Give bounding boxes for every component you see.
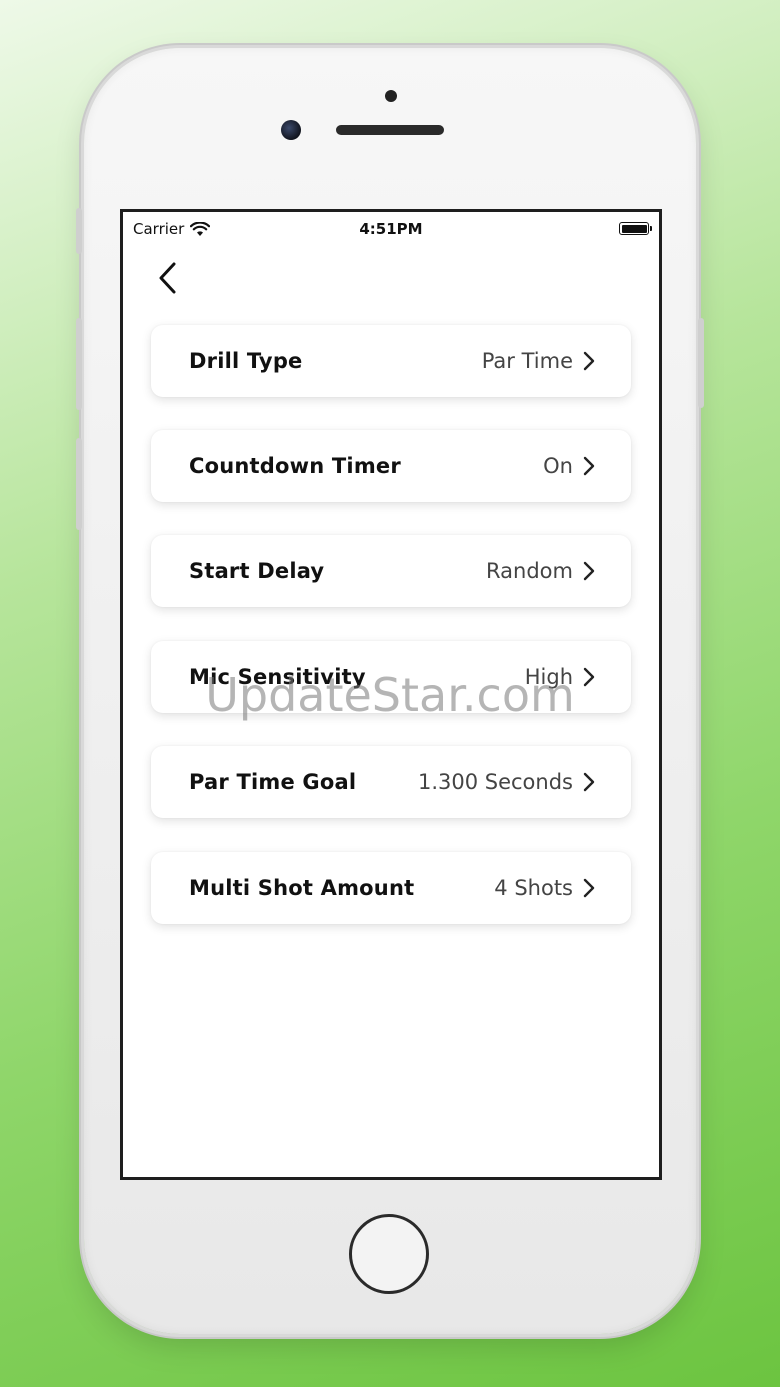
setting-row-multi-shot-amount[interactable]: Multi Shot Amount 4 Shots	[151, 852, 631, 924]
proximity-sensor	[385, 90, 397, 102]
setting-row-par-time-goal[interactable]: Par Time Goal 1.300 Seconds	[151, 746, 631, 818]
setting-value: High	[524, 665, 573, 689]
setting-value: 4 Shots	[494, 876, 573, 900]
setting-value: Random	[486, 559, 573, 583]
setting-row-drill-type[interactable]: Drill Type Par Time	[151, 325, 631, 397]
setting-row-mic-sensitivity[interactable]: Mic Sensitivity High	[151, 641, 631, 713]
chevron-right-icon	[583, 772, 595, 792]
chevron-right-icon	[583, 667, 595, 687]
power-button	[698, 318, 704, 408]
mute-switch	[76, 208, 82, 254]
setting-label: Multi Shot Amount	[189, 876, 415, 900]
app-screen: Carrier 4:51PM Drill Type Par Time Count…	[120, 209, 662, 1180]
chevron-right-icon	[583, 878, 595, 898]
chevron-right-icon	[583, 561, 595, 581]
earpiece-speaker	[336, 125, 444, 135]
setting-label: Start Delay	[189, 559, 325, 583]
setting-value: On	[543, 454, 573, 478]
status-bar: Carrier 4:51PM	[123, 212, 659, 246]
volume-down-button	[76, 438, 82, 530]
setting-label: Par Time Goal	[189, 770, 357, 794]
battery-icon	[619, 222, 652, 235]
home-button[interactable]	[349, 1214, 429, 1294]
setting-label: Countdown Timer	[189, 454, 401, 478]
chevron-right-icon	[583, 351, 595, 371]
front-camera-icon	[281, 120, 301, 140]
setting-row-countdown-timer[interactable]: Countdown Timer On	[151, 430, 631, 502]
setting-label: Drill Type	[189, 349, 303, 373]
chevron-right-icon	[583, 456, 595, 476]
chevron-left-icon	[159, 262, 176, 294]
setting-label: Mic Sensitivity	[189, 665, 366, 689]
setting-row-start-delay[interactable]: Start Delay Random	[151, 535, 631, 607]
setting-value: Par Time	[481, 349, 573, 373]
status-time: 4:51PM	[359, 220, 423, 238]
back-button[interactable]	[149, 258, 185, 298]
volume-up-button	[76, 318, 82, 410]
setting-value: 1.300 Seconds	[417, 770, 573, 794]
